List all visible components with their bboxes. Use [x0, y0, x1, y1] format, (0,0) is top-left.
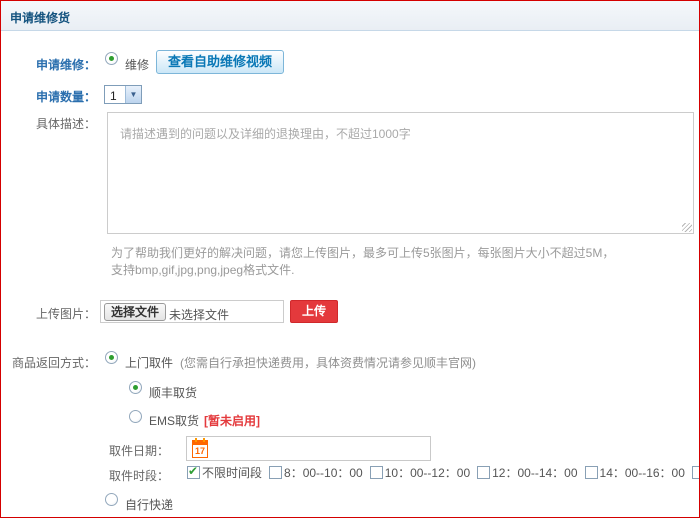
- calendar-day: 17: [193, 446, 207, 456]
- pickup-time-slots: ✔ 不限时间段 8：00--10：00 10：00--12：00 12：00--…: [187, 464, 700, 481]
- panel-title: 申请维修货: [10, 9, 70, 26]
- upload-label: 上传图片：: [1, 305, 96, 322]
- slot-1-checkbox[interactable]: [269, 466, 282, 479]
- ems-pickup-radio[interactable]: [129, 410, 142, 423]
- sf-pickup-radio[interactable]: [129, 381, 142, 394]
- slot-3-checkbox[interactable]: [477, 466, 490, 479]
- slot-1: 8：00--10：00: [269, 464, 363, 481]
- self-ship-radio[interactable]: [105, 493, 118, 506]
- repair-option-label: 维修: [125, 56, 149, 73]
- slot-2: 10：00--12：00: [370, 464, 470, 481]
- unlimited-label: 不限时间段: [202, 464, 262, 481]
- quantity-value: 1: [110, 89, 117, 103]
- upload-button[interactable]: 上传: [290, 300, 338, 323]
- calendar-icon[interactable]: 17: [192, 440, 208, 458]
- return-method-label: 商品返回方式：: [1, 354, 96, 371]
- self-ship-label: 自行快递: [125, 496, 173, 513]
- pickup-time-label: 取件时段：: [79, 467, 169, 484]
- ems-disabled-badge: [暂未启用]: [204, 412, 260, 429]
- slot-4-label: 14：00--16：00: [600, 464, 685, 481]
- slot-5: 16：00--18：00: [692, 464, 700, 481]
- slot-unlimited: ✔ 不限时间段: [187, 464, 262, 481]
- slot-3: 12：00--14：00: [477, 464, 577, 481]
- repair-form-panel: 申请维修货 申请维修： 维修 查看自助维修视频 申请数量： 1 ▼ 具体描述： …: [0, 0, 700, 518]
- slot-1-label: 8：00--10：00: [284, 464, 363, 481]
- resize-handle-icon[interactable]: [682, 223, 692, 232]
- file-input[interactable]: 选择文件 未选择文件: [100, 300, 284, 323]
- pickup-date-label: 取件日期：: [79, 442, 169, 459]
- unlimited-checkbox[interactable]: ✔: [187, 466, 200, 479]
- slot-5-checkbox[interactable]: [692, 466, 700, 479]
- sf-pickup-label: 顺丰取货: [149, 384, 197, 401]
- description-label: 具体描述：: [1, 115, 96, 132]
- slot-2-label: 10：00--12：00: [385, 464, 470, 481]
- repair-type-label: 申请维修：: [1, 56, 96, 73]
- view-repair-video-button[interactable]: 查看自助维修视频: [156, 50, 284, 74]
- choose-file-button[interactable]: 选择文件: [104, 303, 166, 321]
- quantity-select[interactable]: 1 ▼: [104, 85, 142, 104]
- upload-hint-line1: 为了帮助我们更好的解决问题，请您上传图片，最多可上传5张图片，每张图片大小不超过…: [111, 244, 614, 261]
- upload-hint-line2: 支持bmp,gif,jpg,png,jpeg格式文件.: [111, 261, 294, 278]
- quantity-label: 申请数量：: [1, 88, 96, 105]
- description-textarea[interactable]: [107, 112, 694, 234]
- slot-4-checkbox[interactable]: [585, 466, 598, 479]
- pickup-date-input[interactable]: 17: [186, 436, 431, 461]
- slot-3-label: 12：00--14：00: [492, 464, 577, 481]
- door-pickup-radio[interactable]: [105, 351, 118, 364]
- door-pickup-label: 上门取件: [125, 354, 173, 371]
- ems-pickup-label: EMS取货: [149, 412, 199, 429]
- panel-header: 申请维修货: [1, 1, 699, 31]
- repair-radio[interactable]: [105, 52, 118, 65]
- door-pickup-note: (您需自行承担快递费用，具体资费情况请参见顺丰官网): [180, 354, 476, 371]
- slot-2-checkbox[interactable]: [370, 466, 383, 479]
- slot-4: 14：00--16：00: [585, 464, 685, 481]
- chevron-down-icon[interactable]: ▼: [125, 86, 141, 103]
- check-icon: ✔: [188, 464, 198, 478]
- file-status-text: 未选择文件: [169, 306, 229, 323]
